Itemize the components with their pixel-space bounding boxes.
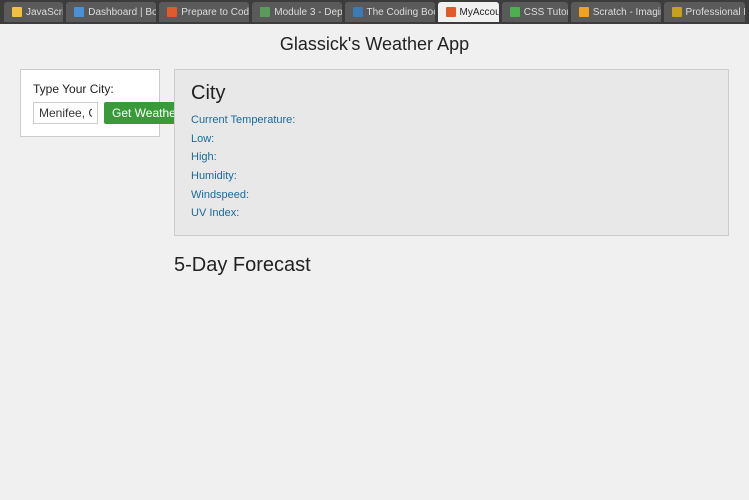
tab-professional[interactable]: Professional Fo... [664,2,745,22]
current-temp-label: Current Temperature: [191,111,712,130]
high-label: High: [191,148,712,167]
humidity-label: Humidity: [191,167,712,186]
forecast-section: 5-Day Forecast [20,254,729,277]
tab-label: CSS Tutorial [524,7,568,18]
tab-label: Scratch - Imagine,... [593,7,661,18]
tab-label: The Coding Bootca... [367,7,435,18]
tab-favicon [260,7,270,17]
right-panel: City Current Temperature: Low: High: Hum… [174,69,729,236]
tab-favicon [510,7,520,17]
tab-coding-bootcamp[interactable]: The Coding Bootca... [345,2,435,22]
tab-javascript[interactable]: JavaScript [4,2,63,22]
tab-label: Dashboard | Bootca... [88,7,156,18]
city-input-label: Type Your City: [33,82,147,96]
tab-favicon [167,7,177,17]
app-title: Glassick's Weather App [20,34,729,55]
tab-favicon [446,7,456,17]
page-content: Glassick's Weather App Type Your City: G… [0,24,749,500]
city-heading: City [191,82,712,105]
tab-label: Module 3 - Deploy... [274,7,341,18]
windspeed-label: Windspeed: [191,186,712,205]
tab-label: Professional Fo... [686,7,745,18]
low-label: Low: [191,130,712,149]
tab-favicon [672,7,682,17]
left-panel: Type Your City: Get Weather [20,69,160,137]
tab-favicon [74,7,84,17]
weather-info: Current Temperature: Low: High: Humidity… [191,111,712,223]
forecast-title: 5-Day Forecast [174,254,729,277]
tab-label: MyAccount [460,7,499,18]
uv-index-label: UV Index: [191,204,712,223]
tab-scratch[interactable]: Scratch - Imagine,... [571,2,661,22]
tab-css[interactable]: CSS Tutorial [502,2,568,22]
city-input-row: Get Weather [33,102,147,124]
tab-favicon [579,7,589,17]
tab-label: JavaScript [26,7,63,18]
tab-label: Prepare to Code! Pr... [181,7,249,18]
tab-dashboard[interactable]: Dashboard | Bootca... [66,2,156,22]
browser-tab-bar: JavaScript Dashboard | Bootca... Prepare… [0,0,749,24]
tab-module3[interactable]: Module 3 - Deploy... [252,2,341,22]
main-layout: Type Your City: Get Weather City Current… [20,69,729,236]
tab-myaccount[interactable]: MyAccount [438,2,499,22]
tab-favicon [353,7,363,17]
tab-favicon [12,7,22,17]
city-input[interactable] [33,102,98,124]
tab-prepare[interactable]: Prepare to Code! Pr... [159,2,249,22]
